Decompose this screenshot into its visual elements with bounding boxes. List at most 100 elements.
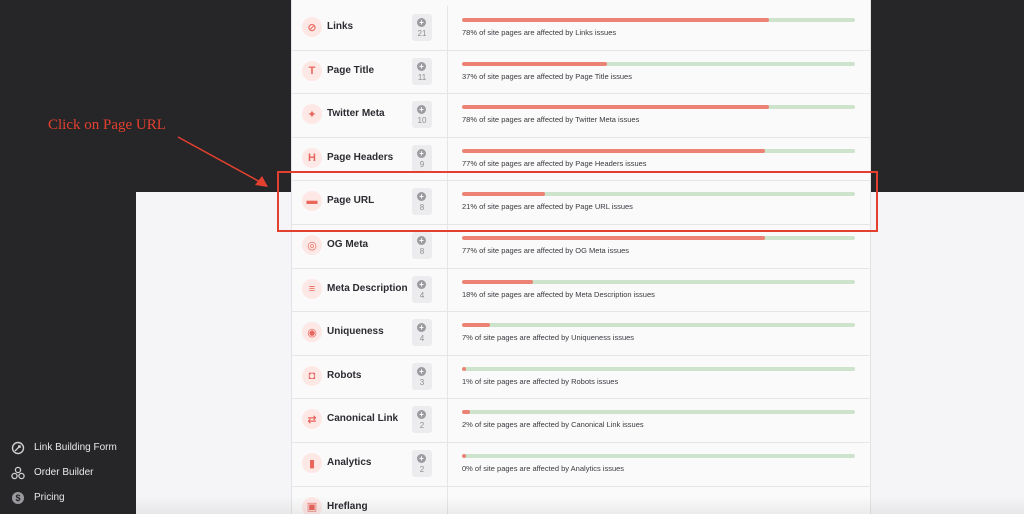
issue-category-cell[interactable]: T Page Title +11: [292, 49, 448, 94]
progress-bar: [462, 18, 855, 22]
plus-icon: +: [417, 148, 426, 158]
issue-count: 2: [419, 421, 425, 431]
description-icon: ≡: [302, 278, 322, 299]
issue-category-label: Page Headers: [327, 151, 394, 163]
nav-label: Pricing: [34, 492, 65, 503]
issue-count: 10: [417, 116, 427, 126]
issue-count-button[interactable]: +9: [412, 144, 432, 172]
issue-summary-text: 7% of site pages are affected by Uniquen…: [462, 333, 635, 343]
nav-pricing[interactable]: $ Pricing: [10, 485, 136, 510]
plus-icon: +: [417, 18, 426, 27]
sidebar-nav: Link Building Form Order Builder $ Prici…: [10, 435, 136, 510]
progress-fill: [462, 454, 466, 458]
issue-row[interactable]: ✦ Twitter Meta +10 78% of site pages are af…: [292, 93, 870, 138]
issue-count-button[interactable]: +4: [412, 275, 432, 303]
issue-category-cell[interactable]: ⊘ Links +21: [292, 6, 448, 50]
progress-bar: [462, 410, 855, 415]
issue-category-label: Uniqueness: [327, 326, 384, 338]
issue-summary-text: 78% of site pages are affected by Twitte…: [462, 115, 640, 125]
plus-icon: +: [417, 366, 426, 376]
issue-category-label: Page Title: [327, 64, 375, 76]
progress-bar: [462, 236, 855, 240]
issue-summary-text: 78% of site pages are affected by Links …: [462, 28, 617, 37]
nav-label: Order Builder: [34, 467, 94, 478]
order-builder-icon: [10, 465, 26, 481]
progress-bar: [462, 366, 855, 371]
link-icon: ⊘: [302, 17, 322, 37]
issue-category-cell[interactable]: ◉ Uniqueness +4: [292, 311, 448, 355]
issue-count-button[interactable]: +21: [412, 14, 432, 41]
fingerprint-icon: ◉: [302, 322, 322, 343]
progress-bar: [462, 148, 855, 153]
issue-summary-text: 37% of site pages are affected by Page T…: [462, 71, 632, 81]
progress-bar: [462, 105, 855, 110]
plus-icon: +: [417, 323, 426, 333]
issues-table: ⊘ Links +21 78% of site pages are affected …: [291, 0, 871, 514]
dollar-icon: $: [10, 490, 26, 506]
issue-summary-text: 18% of site pages are affected by Meta D…: [462, 289, 655, 299]
issue-category-label: Twitter Meta: [327, 108, 385, 120]
annotation-label: Click on Page URL: [48, 117, 166, 133]
issue-category-label: Robots: [327, 369, 362, 381]
issue-count: 9: [419, 159, 425, 169]
link-building-icon: [10, 440, 26, 456]
plus-icon: +: [417, 410, 426, 420]
issue-count-button[interactable]: +11: [412, 57, 432, 85]
progress-bar: [462, 323, 855, 328]
issue-category-cell[interactable]: ✦ Twitter Meta +10: [292, 93, 448, 137]
issue-count-button[interactable]: +3: [412, 362, 432, 390]
issue-category-cell[interactable]: ⇄ Canonical Link +2: [292, 398, 448, 442]
plus-icon: +: [417, 279, 426, 289]
issue-category-cell[interactable]: ◘ Robots +3: [292, 354, 448, 399]
plus-icon: +: [417, 105, 426, 115]
analytics-icon: ▮: [302, 453, 322, 473]
title-icon: T: [302, 60, 322, 81]
issue-summary-text: 0% of site pages are affected by Analyti…: [462, 464, 625, 473]
issue-count: 8: [419, 247, 425, 256]
nav-link-building-form[interactable]: Link Building Form: [10, 435, 136, 460]
issue-row[interactable]: ≡ Meta Description +4 18% of site pages are…: [292, 267, 870, 313]
plus-icon: +: [417, 454, 426, 463]
issue-count-button[interactable]: +10: [412, 101, 432, 129]
issue-row[interactable]: ▮ Analytics +2 0% of site pages are affecte…: [292, 442, 870, 487]
issue-category-label: Meta Description: [327, 282, 408, 294]
issue-category-cell[interactable]: ≡ Meta Description +4: [292, 267, 448, 312]
issue-count: 2: [419, 465, 425, 474]
progress-fill: [462, 410, 470, 415]
issue-count-button[interactable]: +8: [412, 232, 432, 259]
issue-count-button[interactable]: +2: [412, 450, 432, 477]
issue-summary-text: 2% of site pages are affected by Canonic…: [462, 420, 644, 430]
progress-fill: [462, 105, 769, 110]
progress-fill: [462, 279, 533, 284]
issue-count-button[interactable]: +2: [412, 406, 432, 434]
progress-fill: [462, 148, 765, 153]
issue-count: 4: [419, 290, 425, 300]
plus-icon: +: [417, 61, 426, 71]
issue-row[interactable]: ⊘ Links +21 78% of site pages are affected …: [292, 6, 870, 51]
issue-summary-text: 77% of site pages are affected by OG Met…: [462, 246, 630, 255]
issue-row[interactable]: ◘ Robots +3 1% of site pages are affected b…: [292, 354, 870, 400]
issue-category-label: Canonical Link: [327, 413, 399, 425]
progress-fill: [462, 366, 466, 371]
og-meta-icon: ◎: [302, 235, 322, 255]
progress-bar: [462, 61, 855, 66]
issue-category-cell[interactable]: ▮ Analytics +2: [292, 442, 448, 486]
issue-row[interactable]: ⇄ Canonical Link +2 2% of site pages are af…: [292, 398, 870, 443]
issue-row[interactable]: T Page Title +11 37% of site pages are affe…: [292, 49, 870, 95]
progress-fill: [462, 61, 608, 66]
issue-category-label: Links: [327, 21, 354, 32]
progress-fill: [462, 18, 769, 22]
nav-order-builder[interactable]: Order Builder: [10, 460, 136, 485]
issue-summary-text: 1% of site pages are affected by Robots …: [462, 376, 619, 386]
progress-fill: [462, 323, 490, 328]
issue-row[interactable]: ◉ Uniqueness +4 7% of site pages are affect…: [292, 311, 870, 356]
issue-count: 3: [419, 377, 425, 387]
issue-category-label: Analytics: [327, 457, 372, 468]
issue-category-label: OG Meta: [327, 239, 369, 250]
nav-label: Link Building Form: [34, 442, 117, 453]
canonical-icon: ⇄: [302, 409, 322, 430]
issue-count-button[interactable]: +4: [412, 319, 432, 347]
bottom-shadow: [136, 496, 1024, 514]
robot-icon: ◘: [302, 365, 322, 386]
issue-summary-text: 77% of site pages are affected by Page H…: [462, 158, 647, 168]
